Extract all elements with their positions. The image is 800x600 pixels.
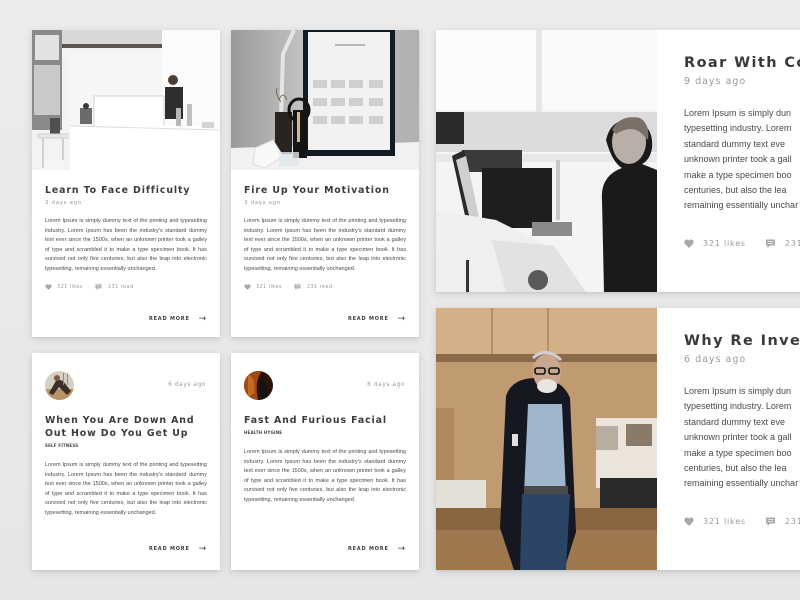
article-stats: 321 likes 231 re	[684, 239, 800, 248]
reads-count: 231 re	[784, 516, 800, 526]
cafe-barista-photo	[32, 30, 220, 170]
excerpt-line: unknown printer took a gall	[684, 154, 792, 165]
excerpt-line: remaining essentially unchar	[684, 478, 799, 489]
article-excerpt: Lorem Ipsum is simply dummy text of the …	[45, 462, 207, 516]
category-tag[interactable]: SELF FITNESS	[45, 443, 207, 448]
excerpt-line: standard dummy text eve	[684, 138, 786, 149]
time-ago: 6 days ago	[367, 382, 405, 388]
article-content: Why Re Invent 6 days ago Lorem Ipsum is …	[684, 308, 800, 526]
facial-avatar	[244, 371, 273, 400]
likes-stat[interactable]: 321 likes	[45, 284, 83, 290]
time-ago: 3 days ago	[244, 200, 281, 206]
article-title[interactable]: Fire Up Your Motivation	[244, 184, 406, 197]
article-excerpt: Lorem Ipsum is simply dummy text of the …	[244, 218, 406, 272]
time-ago: 6 days ago	[168, 382, 206, 388]
excerpt-line: remaining essentially unchar	[684, 200, 799, 211]
time-ago: 3 days ago	[45, 200, 82, 206]
heart-icon	[244, 283, 251, 290]
article-title[interactable]: When You Are Down And Out How Do You Get…	[45, 414, 210, 440]
article-title[interactable]: Why Re Invent	[684, 333, 800, 349]
article-stats: 321 likes 231 re	[684, 517, 800, 526]
article-title[interactable]: Learn To Face Difficulty	[45, 184, 207, 197]
arrow-right-icon: →	[397, 544, 406, 554]
heart-icon	[45, 283, 52, 290]
read-more-link[interactable]: READ MORE →	[149, 544, 207, 554]
reads-stat[interactable]: 231 re	[765, 517, 800, 526]
reads-count: 231 read	[306, 283, 333, 290]
likes-stat[interactable]: 321 likes	[684, 517, 746, 526]
excerpt-line: make a type specimen boo	[684, 447, 792, 458]
old-man-workshop-photo	[436, 308, 657, 570]
comment-icon	[765, 239, 775, 248]
article-card[interactable]: Learn To Face Difficulty 3 days ago Lore…	[32, 30, 220, 337]
likes-count: 321 likes	[57, 283, 83, 290]
reads-stat[interactable]: 231 read	[294, 284, 333, 290]
likes-count: 321 likes	[703, 516, 746, 526]
heart-icon	[684, 517, 694, 526]
article-excerpt: Lorem Ipsum is simply dummy text of the …	[45, 218, 207, 272]
article-title[interactable]: Fast And Furious Facial	[244, 414, 406, 427]
excerpt-line: Lorem Ipsum is simply dun	[684, 386, 792, 396]
arrow-right-icon: →	[198, 314, 207, 324]
article-stats: 321 likes 231 read	[244, 284, 406, 290]
excerpt-line: Lorem Ipsum is simply dun	[684, 108, 792, 118]
likes-stat[interactable]: 321 likes	[244, 284, 282, 290]
article-content: Roar With Con 9 days ago Lorem Ipsum is …	[684, 30, 800, 248]
likes-count: 321 likes	[256, 283, 282, 290]
article-stats: 321 likes 231 read	[45, 284, 207, 290]
read-more-link[interactable]: READ MORE →	[348, 314, 406, 324]
arrow-right-icon: →	[198, 544, 207, 554]
desk-calendar-photo	[231, 30, 419, 170]
read-more-label: READ MORE	[347, 316, 389, 322]
office-man-photo	[436, 30, 657, 292]
article-card[interactable]: 6 days ago Fast And Furious Facial HEALT…	[231, 353, 419, 570]
read-more-label: READ MORE	[347, 546, 389, 552]
likes-count: 321 likes	[703, 238, 746, 248]
excerpt-line: centuries, but also the lea	[684, 463, 787, 474]
featured-article-card[interactable]: Roar With Con 9 days ago Lorem Ipsum is …	[436, 30, 800, 292]
excerpt-line: make a type specimen boo	[684, 169, 792, 180]
excerpt-line: unknown printer took a gall	[684, 432, 792, 443]
featured-article-card[interactable]: Why Re Invent 6 days ago Lorem Ipsum is …	[436, 308, 800, 570]
time-ago: 6 days ago	[684, 354, 747, 365]
comment-icon	[294, 283, 301, 290]
reads-count: 231 re	[784, 238, 800, 248]
article-card[interactable]: 6 days ago When You Are Down And Out How…	[32, 353, 220, 570]
reads-count: 231 read	[107, 283, 134, 290]
fitness-avatar	[45, 371, 74, 400]
excerpt-line: standard dummy text eve	[684, 416, 786, 427]
article-excerpt: Lorem Ipsum is simply dun typesetting in…	[684, 384, 800, 492]
article-excerpt: Lorem Ipsum is simply dummy text of the …	[244, 449, 406, 503]
comment-icon	[765, 517, 775, 526]
comment-icon	[95, 283, 102, 290]
excerpt-line: centuries, but also the lea	[684, 185, 787, 196]
read-more-label: READ MORE	[148, 316, 190, 322]
article-card[interactable]: Fire Up Your Motivation 3 days ago Lorem…	[231, 30, 419, 337]
reads-stat[interactable]: 231 read	[95, 284, 134, 290]
time-ago: 9 days ago	[684, 76, 747, 87]
article-excerpt: Lorem Ipsum is simply dun typesetting in…	[684, 106, 800, 214]
arrow-right-icon: →	[397, 314, 406, 324]
excerpt-line: typesetting industry. Lorem	[684, 401, 792, 412]
read-more-link[interactable]: READ MORE →	[348, 544, 406, 554]
heart-icon	[684, 239, 694, 248]
read-more-label: READ MORE	[148, 546, 190, 552]
read-more-link[interactable]: READ MORE →	[149, 314, 207, 324]
category-tag[interactable]: HEALTH HYGINE	[244, 430, 406, 435]
excerpt-line: typesetting industry. Lorem	[684, 123, 792, 134]
reads-stat[interactable]: 231 re	[765, 239, 800, 248]
article-title[interactable]: Roar With Con	[684, 55, 800, 71]
likes-stat[interactable]: 321 likes	[684, 239, 746, 248]
